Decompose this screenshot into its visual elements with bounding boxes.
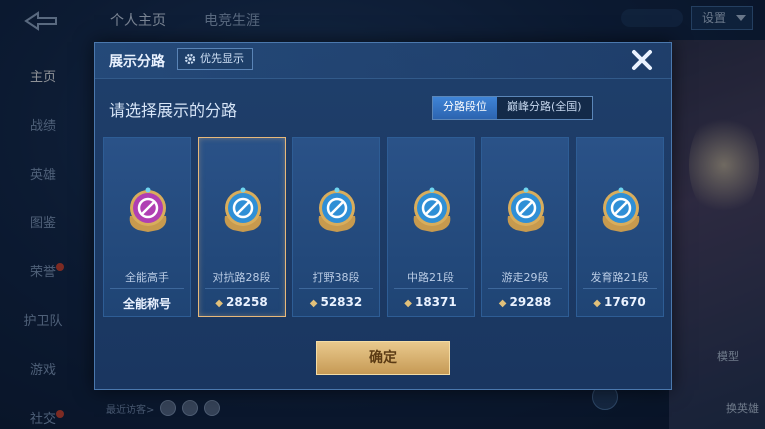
card-divider: [488, 288, 562, 289]
lane-points: ◆ 52832: [293, 295, 379, 309]
tab-peak-lane-national[interactable]: 巅峰分路(全国): [497, 97, 592, 119]
card-divider: [582, 288, 657, 289]
lane-card[interactable]: 全能高手 全能称号: [103, 137, 191, 317]
lane-points-value: 18371: [414, 295, 457, 309]
lane-rank-label: 中路21段: [407, 271, 454, 284]
card-divider: [110, 288, 184, 289]
lane-card-list: 全能高手 全能称号 对抗路28段 ◆ 28258 打野38段 ◆ 52832 中路21段 ◆ 183…: [103, 137, 665, 319]
gear-icon: [184, 53, 196, 65]
roam-emblem-icon: [507, 187, 545, 232]
card-divider: [299, 288, 373, 289]
points-icon: ◆: [404, 298, 412, 309]
ranking-type-toggle: 分路段位 巅峰分路(全国): [432, 96, 593, 120]
mid-lane-emblem-icon: [413, 187, 450, 232]
lane-card[interactable]: 中路21段 ◆ 18371: [386, 137, 475, 317]
lane-rank-label: 打野38段: [312, 271, 360, 284]
lane-card[interactable]: 打野38段 ◆ 52832: [292, 137, 380, 317]
clash-lane-emblem-icon: [224, 187, 261, 232]
lane-card[interactable]: 游走29段 ◆ 29288: [481, 137, 569, 317]
tab-lane-rank[interactable]: 分路段位: [433, 97, 497, 119]
points-icon: ◆: [593, 298, 601, 309]
lane-card[interactable]: 发育路21段 ◆ 17670: [575, 137, 664, 317]
points-icon: ◆: [309, 298, 318, 309]
lane-card[interactable]: 对抗路28段 ◆ 28258: [197, 137, 286, 317]
lane-points: 全能称号: [104, 295, 190, 312]
lane-rank-label: 对抗路28段: [212, 271, 271, 284]
points-icon: ◆: [215, 298, 223, 309]
farm-lane-emblem-icon: [602, 187, 639, 232]
all-round-emblem-icon: [129, 187, 167, 232]
lane-points: ◆ 17670: [577, 295, 663, 309]
lane-points-value: 全能称号: [122, 297, 171, 311]
lane-points: ◆ 28258: [199, 295, 285, 309]
close-icon[interactable]: [629, 47, 655, 73]
lane-rank-label: 发育路21段: [590, 271, 649, 284]
lane-points: ◆ 18371: [388, 295, 474, 309]
modal-title: 展示分路: [109, 54, 165, 70]
confirm-button[interactable]: 确定: [316, 341, 450, 375]
lane-points: ◆ 29288: [482, 295, 568, 309]
points-icon: ◆: [498, 298, 507, 309]
jungle-emblem-icon: [318, 187, 356, 232]
lane-points-value: 29288: [509, 295, 552, 309]
modal-header: 展示分路 优先显示: [95, 43, 671, 79]
card-divider: [393, 288, 468, 289]
lane-rank-label: 游走29段: [501, 271, 549, 284]
modal-subtitle: 请选择展示的分路: [109, 101, 238, 120]
priority-display-button[interactable]: 优先显示: [177, 48, 253, 70]
lane-points-value: 52832: [320, 295, 363, 309]
display-lane-modal: 展示分路 优先显示 请选择展示的分路 分路段位 巅峰分路(全国) 全能高手全能称…: [94, 42, 672, 390]
lane-points-value: 17670: [603, 295, 646, 309]
lane-rank-label: 全能高手: [125, 271, 169, 284]
card-divider: [204, 288, 279, 289]
lane-points-value: 28258: [225, 295, 268, 309]
priority-display-label: 优先显示: [200, 52, 244, 65]
